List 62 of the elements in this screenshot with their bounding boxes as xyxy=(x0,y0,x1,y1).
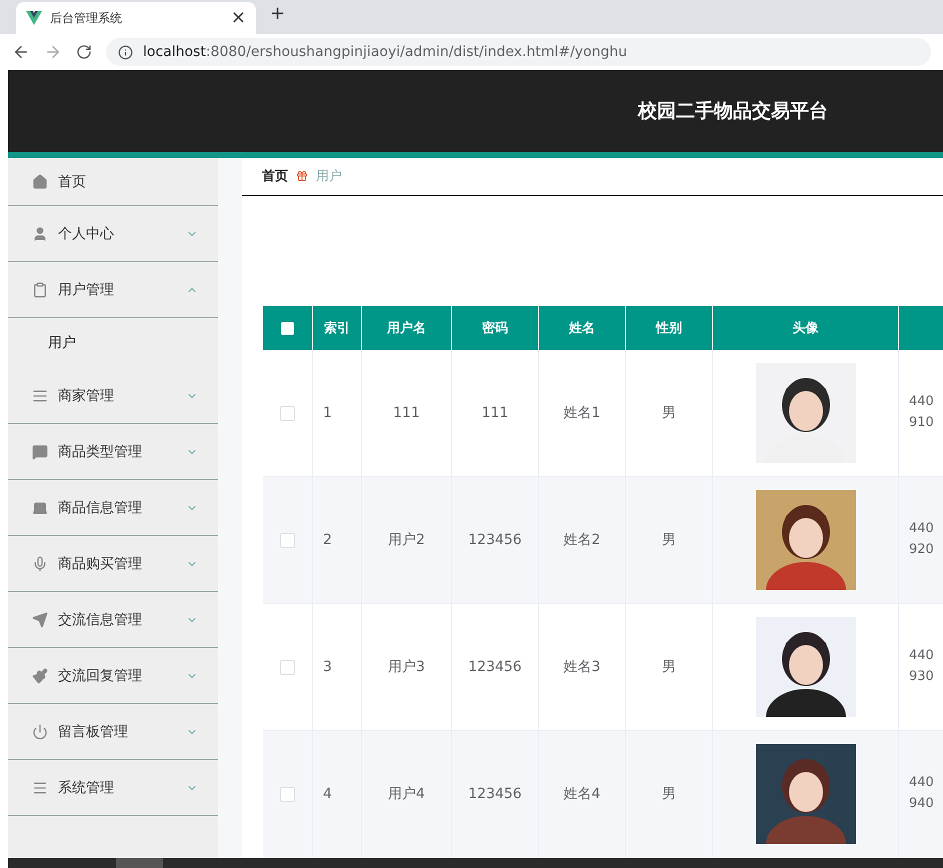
sidebar-subitem[interactable]: 用户 xyxy=(8,318,218,368)
column-header: 用户名 xyxy=(362,306,452,350)
column-header: 密码 xyxy=(452,306,539,350)
table-cell: 姓名4 xyxy=(539,731,626,858)
table-cell: 姓名1 xyxy=(539,350,626,477)
close-tab-button[interactable]: × xyxy=(230,9,246,27)
breadcrumb-link[interactable]: 首页 xyxy=(262,167,288,186)
table-cell: 男 xyxy=(626,604,713,731)
header-cell xyxy=(899,306,943,350)
table-cell: 用户2 xyxy=(362,477,452,604)
logo-icon xyxy=(26,11,42,25)
info-icon xyxy=(118,44,133,60)
mic-icon xyxy=(32,556,48,572)
table-cell: 男 xyxy=(626,350,713,477)
row-checkbox[interactable] xyxy=(280,660,295,674)
laptop-icon xyxy=(32,500,48,516)
scrollbar-thumb[interactable] xyxy=(116,858,163,868)
reload-icon[interactable] xyxy=(76,44,92,60)
column-header: 索引 xyxy=(313,306,362,350)
table-cell: 1 xyxy=(313,350,362,477)
row-checkbox[interactable] xyxy=(280,786,295,802)
home-icon xyxy=(32,174,48,190)
column-header: 头像 xyxy=(713,306,899,350)
table-cell: 440 940 xyxy=(899,731,943,858)
table-cell: 用户3 xyxy=(362,604,452,731)
table-cell: 男 xyxy=(626,477,713,604)
separator-icon xyxy=(296,170,308,182)
app-title: 校园二手物品交易平台 xyxy=(638,99,828,124)
table-cell: 3 xyxy=(313,604,362,731)
column-header: 姓名 xyxy=(539,306,626,350)
table-cell: 男 xyxy=(626,731,713,858)
back-icon[interactable] xyxy=(12,43,30,61)
table-cell: 用户4 xyxy=(362,731,452,858)
table-cell: 440 920 xyxy=(899,477,943,604)
send-icon xyxy=(32,612,48,628)
table-cell: 姓名2 xyxy=(539,477,626,604)
row-checkbox[interactable] xyxy=(280,406,295,420)
clipboard-icon xyxy=(32,282,48,298)
menu-icon xyxy=(32,780,48,796)
table-cell: 2 xyxy=(313,477,362,604)
row-checkbox[interactable] xyxy=(280,532,295,548)
table-cell: 4 xyxy=(313,731,362,858)
url-text: localhost:8080/ershoushangpinjiaoyi/admin/dist/index.html#/yonghu xyxy=(143,44,628,60)
header-cell[interactable] xyxy=(263,306,313,350)
table-cell: 123456 xyxy=(452,731,539,858)
table-cell: 姓名3 xyxy=(539,604,626,731)
select-all-checkbox[interactable] xyxy=(281,322,294,334)
table-cell: 111 xyxy=(362,350,452,477)
tab-title: 后台管理系统 xyxy=(50,10,123,26)
brush-icon xyxy=(32,668,48,684)
new-tab-button[interactable]: + xyxy=(270,5,286,23)
forward-icon[interactable] xyxy=(44,43,62,61)
message-icon xyxy=(32,444,48,460)
list-icon xyxy=(32,388,48,404)
table-cell: 123456 xyxy=(452,477,539,604)
user-icon xyxy=(32,226,48,242)
browser-tab[interactable]: 后台管理系统 × xyxy=(16,2,256,34)
table-cell: 111 xyxy=(452,350,539,477)
table-cell: 123456 xyxy=(452,604,539,731)
column-header: 性别 xyxy=(626,306,713,350)
address-bar[interactable]: localhost:8080/ershoushangpinjiaoyi/admin/dist/index.html#/yonghu xyxy=(106,38,931,66)
power-icon xyxy=(32,724,48,740)
